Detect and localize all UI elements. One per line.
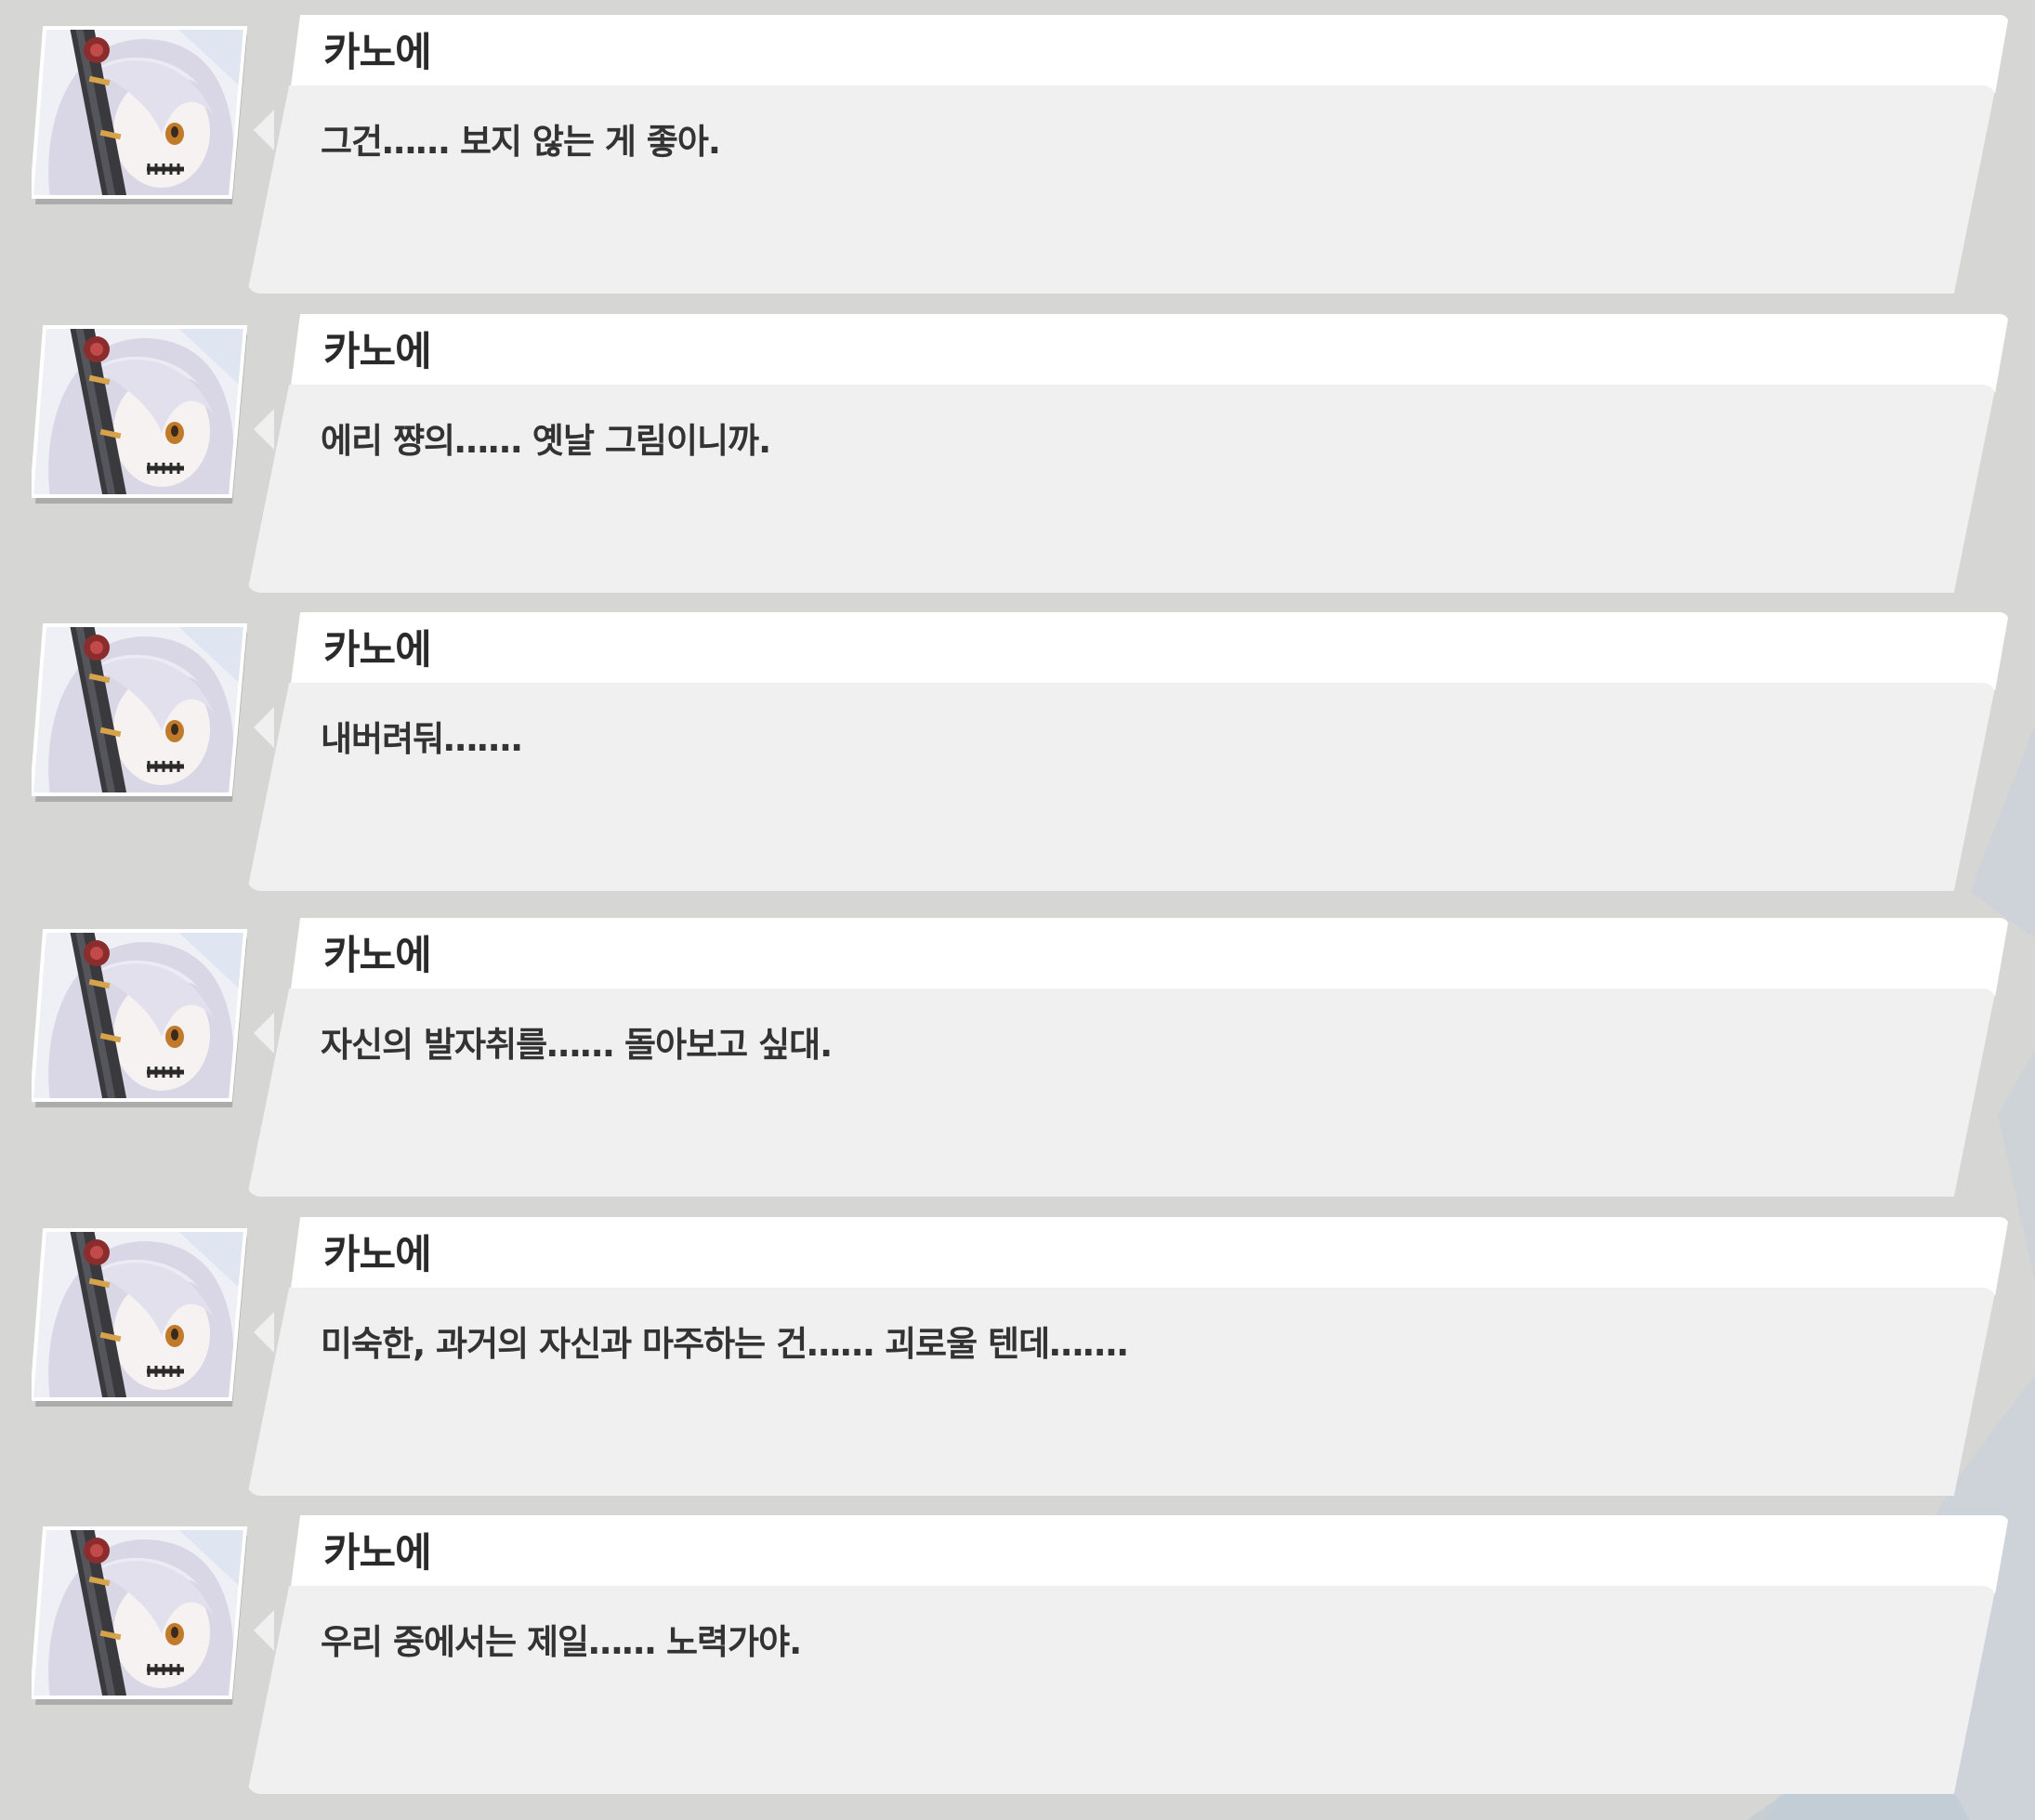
kanoe-portrait-icon (32, 925, 251, 1107)
dialogue-entry: 카노에 미숙한, 과거의 자신과 마주하는 건…… 괴로울 텐데……. (0, 1202, 2035, 1496)
speech-pointer (254, 409, 274, 450)
name-plate (290, 1515, 2009, 1593)
kanoe-portrait-icon (32, 620, 251, 802)
speaker-name: 카노에 (323, 627, 432, 674)
dialogue-entry: 카노에 우리 중에서는 제일…… 노력가야. (0, 1500, 2035, 1794)
speech-pointer (254, 1013, 274, 1054)
dialogue-entry: 카노에 그건…… 보지 않는 게 좋아. (0, 0, 2035, 294)
dialogue-log[interactable]: 카노에 그건…… 보지 않는 게 좋아. 카노에 에리 쨩의…… 옛날 그림이니… (0, 0, 2035, 1820)
kanoe-portrait-icon (32, 1523, 251, 1705)
dialogue-entry: 카노에 에리 쨩의…… 옛날 그림이니까. (0, 299, 2035, 593)
name-plate (290, 612, 2009, 690)
name-plate (290, 314, 2009, 392)
kanoe-portrait-icon (32, 321, 251, 504)
speech-pointer (254, 707, 274, 748)
dialogue-entry: 카노에 내버려둬……. (0, 597, 2035, 891)
speaker-name: 카노에 (323, 329, 432, 375)
name-plate (290, 1217, 2009, 1295)
name-plate (290, 15, 2009, 93)
speech-pointer (254, 1610, 274, 1651)
dialogue-text: 에리 쨩의…… 옛날 그림이니까. (321, 421, 771, 461)
speaker-name: 카노에 (323, 933, 432, 979)
dialogue-entry: 카노에 자신의 발자취를…… 돌아보고 싶대. (0, 903, 2035, 1197)
name-plate (290, 918, 2009, 996)
kanoe-portrait-icon (32, 22, 251, 204)
speaker-name: 카노에 (323, 1530, 432, 1577)
speech-pointer (254, 1312, 274, 1353)
dialogue-text: 우리 중에서는 제일…… 노력가야. (321, 1622, 802, 1662)
dialogue-text: 미숙한, 과거의 자신과 마주하는 건…… 괴로울 텐데……. (321, 1324, 1129, 1364)
dialogue-text: 자신의 발자취를…… 돌아보고 싶대. (321, 1025, 833, 1065)
kanoe-portrait-icon (32, 1224, 251, 1407)
dialogue-text: 내버려둬……. (321, 719, 523, 759)
dialogue-text: 그건…… 보지 않는 게 좋아. (321, 122, 721, 162)
speaker-name: 카노에 (323, 1232, 432, 1278)
speech-pointer (254, 110, 274, 151)
speaker-name: 카노에 (323, 30, 432, 76)
